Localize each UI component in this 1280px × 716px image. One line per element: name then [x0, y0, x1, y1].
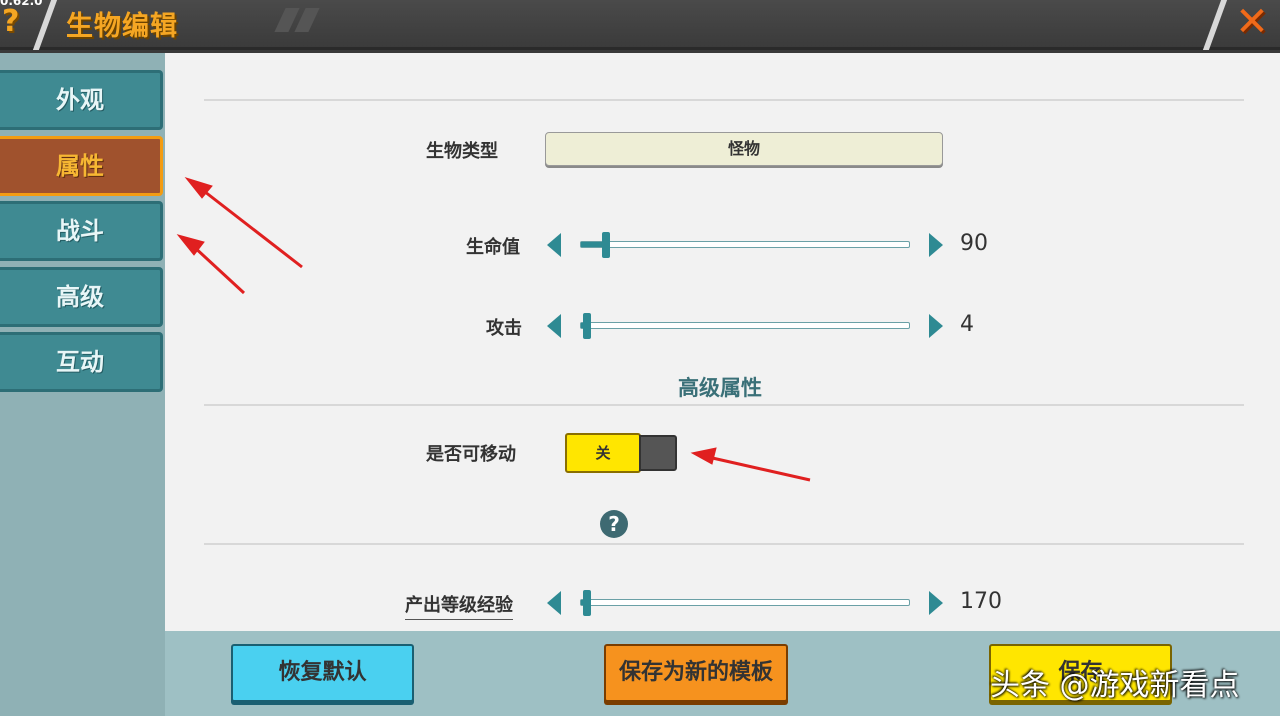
help-icon[interactable]: ? — [2, 4, 32, 40]
tab-interaction[interactable]: 互动 — [0, 332, 163, 392]
attack-increase-icon[interactable] — [929, 314, 943, 338]
divider-slash — [1202, 0, 1228, 50]
exp-increase-icon[interactable] — [929, 591, 943, 615]
divider — [204, 404, 1244, 406]
health-slider-track[interactable] — [580, 241, 910, 248]
health-label: 生命值 — [466, 237, 520, 258]
tab-appearance[interactable]: 外观 — [0, 70, 163, 130]
creature-type-button[interactable]: 怪物 — [545, 132, 943, 166]
divider — [204, 99, 1244, 101]
exp-slider-thumb[interactable] — [583, 590, 591, 616]
movable-label: 是否可移动 — [426, 444, 516, 465]
close-icon[interactable]: ✕ — [1232, 2, 1272, 42]
save-template-button[interactable]: 保存为新的模板 — [604, 644, 788, 702]
movable-toggle-knob — [639, 435, 677, 471]
watermark: 头条 @游戏新看点 — [990, 668, 1240, 703]
help-icon[interactable]: ? — [600, 510, 628, 538]
attack-label: 攻击 — [486, 318, 522, 339]
tab-advanced[interactable]: 高级 — [0, 267, 163, 327]
attack-decrease-icon[interactable] — [547, 314, 561, 338]
health-value: 90 — [960, 231, 988, 256]
exp-slider-track[interactable] — [580, 599, 910, 606]
health-decrease-icon[interactable] — [547, 233, 561, 257]
tab-combat[interactable]: 战斗 — [0, 201, 163, 261]
attack-slider-track[interactable] — [580, 322, 910, 329]
health-increase-icon[interactable] — [929, 233, 943, 257]
tab-attributes[interactable]: 属性 — [0, 136, 163, 196]
restore-default-button[interactable]: 恢复默认 — [231, 644, 414, 702]
divider — [204, 543, 1244, 545]
advanced-section-title: 高级属性 — [678, 376, 762, 400]
exp-decrease-icon[interactable] — [547, 591, 561, 615]
sidebar: 外观 属性 战斗 高级 互动 — [0, 53, 165, 716]
decor-stripe — [294, 8, 320, 32]
attack-slider-thumb[interactable] — [583, 313, 591, 339]
health-slider-thumb[interactable] — [602, 232, 610, 258]
movable-toggle[interactable]: 关 — [565, 433, 677, 473]
title-bar: 0.62.0 ? 生物编辑 ✕ — [0, 0, 1280, 50]
attack-value: 4 — [960, 312, 974, 337]
exp-label[interactable]: 产出等级经验 — [405, 591, 513, 620]
movable-toggle-label: 关 — [565, 433, 641, 473]
exp-value: 170 — [960, 589, 1002, 614]
page-title: 生物编辑 — [66, 11, 178, 42]
creature-type-label: 生物类型 — [426, 141, 498, 162]
